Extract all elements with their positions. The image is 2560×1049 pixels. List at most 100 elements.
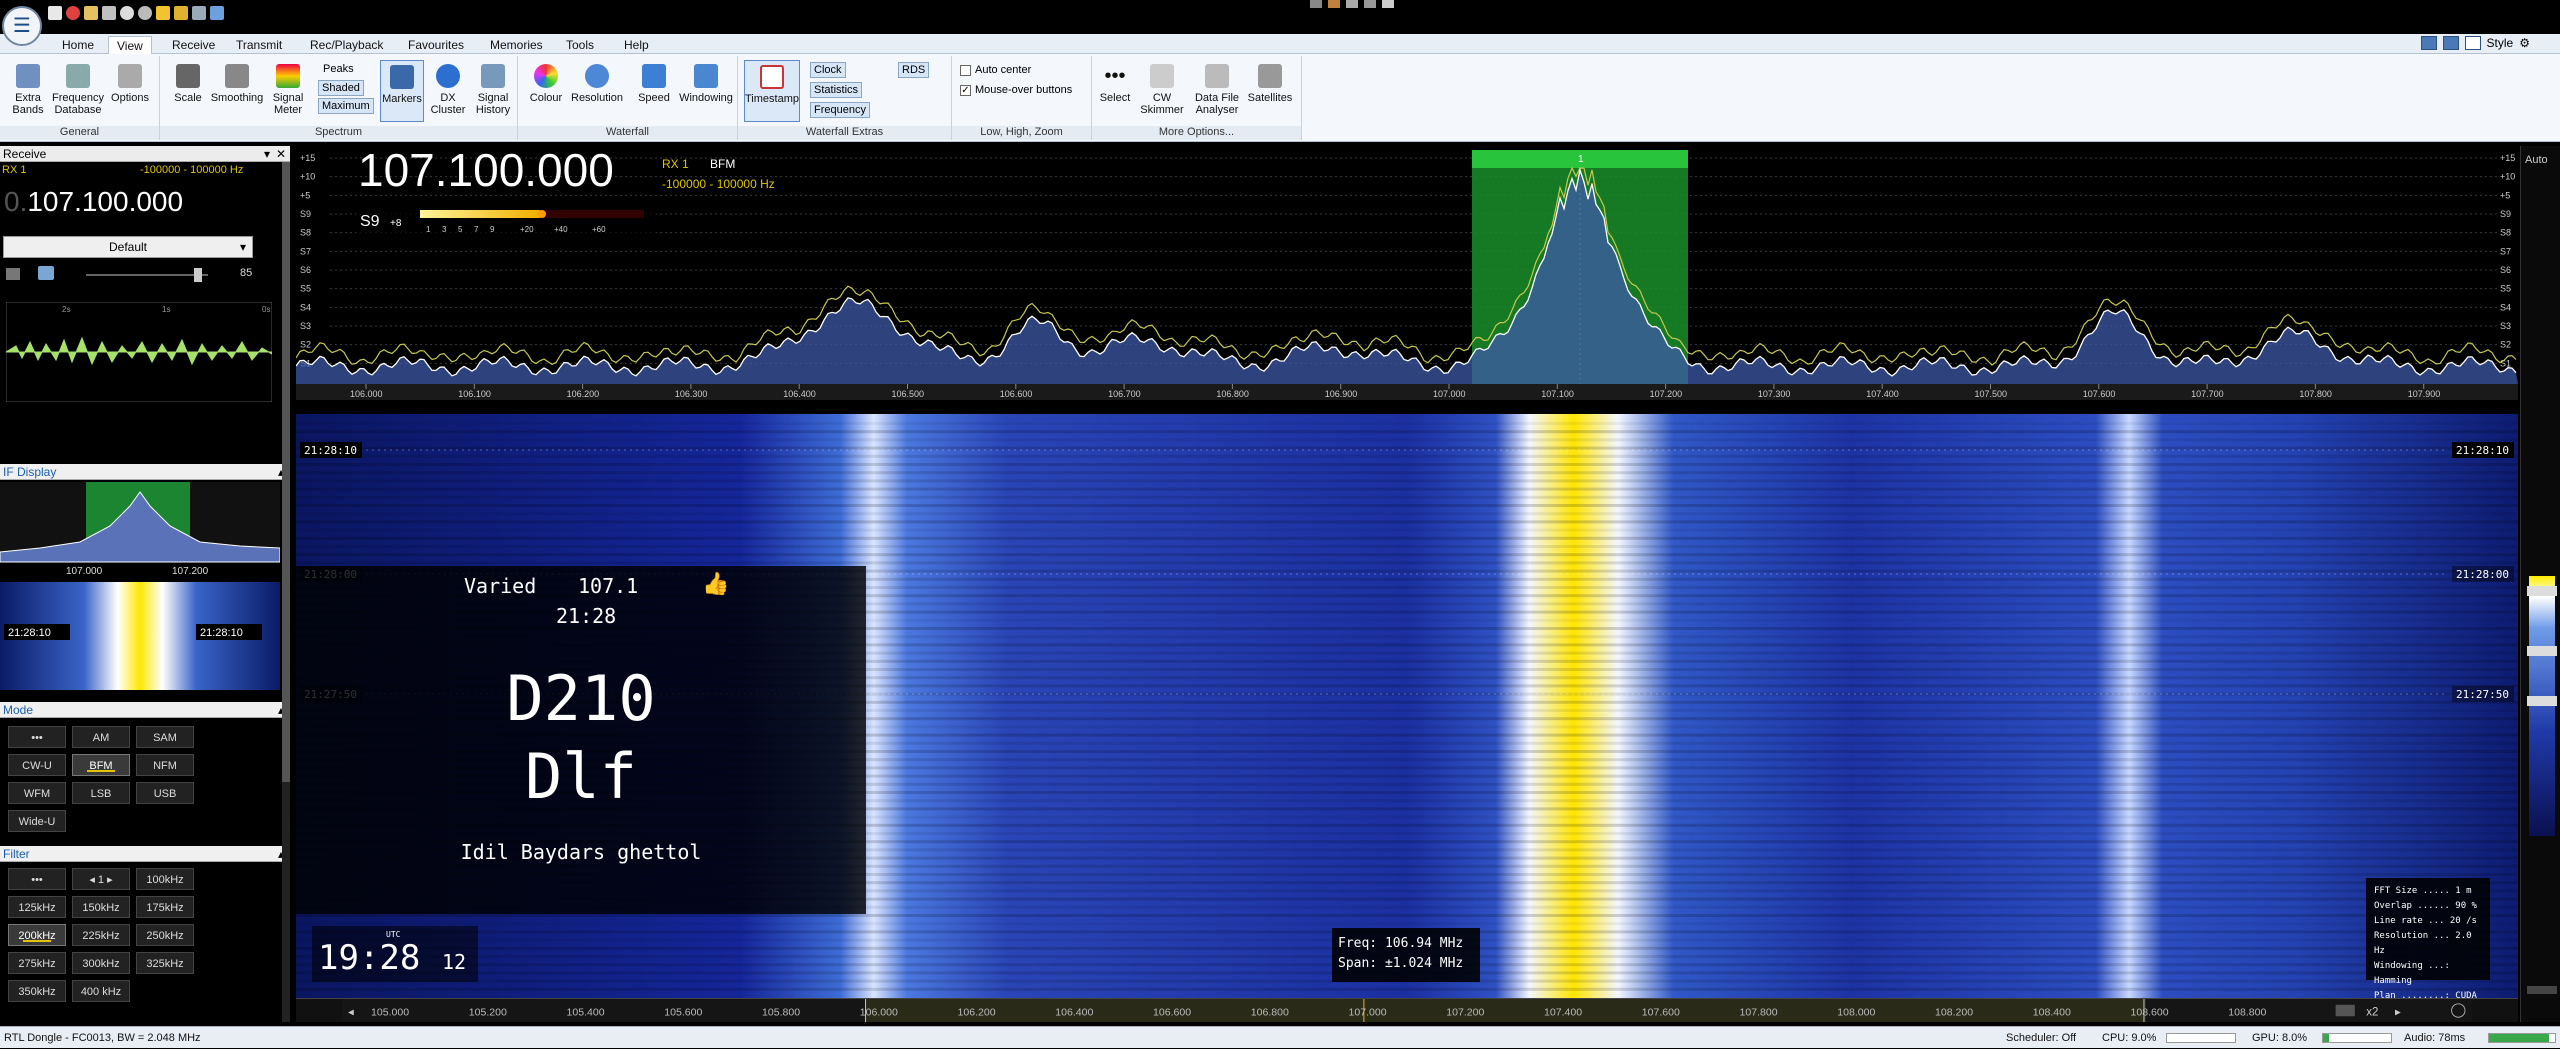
- filter-225k-button[interactable]: 225kHz: [72, 924, 130, 946]
- colour-range-slider[interactable]: [2529, 576, 2555, 836]
- tab-receive[interactable]: Receive: [164, 36, 223, 54]
- tab-transmit[interactable]: Transmit: [228, 36, 290, 54]
- close-icon[interactable]: ✕: [276, 146, 286, 162]
- filter-125k-button[interactable]: 125kHz: [8, 896, 66, 918]
- timestamp-button[interactable]: Timestamp: [744, 60, 800, 122]
- toolbar-icon[interactable]: [1310, 0, 1322, 8]
- statistics-button[interactable]: Statistics: [810, 82, 863, 98]
- range-handle-top[interactable]: [2527, 586, 2557, 596]
- signal-meter-button[interactable]: Signal Meter: [264, 64, 312, 116]
- filter-200k-button[interactable]: 200kHz: [8, 924, 66, 946]
- scheduler-status[interactable]: Scheduler: Off: [2006, 1027, 2076, 1049]
- scale-button[interactable]: Scale: [164, 64, 212, 104]
- stop-icon[interactable]: [120, 6, 134, 20]
- contrast-slider[interactable]: [2527, 986, 2557, 994]
- range-handle-mid[interactable]: [2527, 646, 2557, 656]
- mode-wideu-button[interactable]: Wide-U: [8, 810, 66, 832]
- mode-wfm-button[interactable]: WFM: [8, 782, 66, 804]
- star-icon[interactable]: [156, 6, 170, 20]
- save-icon[interactable]: [192, 6, 206, 20]
- frequency-database-button[interactable]: Frequency Database: [52, 64, 104, 116]
- volume-thumb[interactable]: [194, 268, 202, 282]
- tab-tools[interactable]: Tools: [558, 36, 602, 54]
- lock-icon[interactable]: [174, 6, 188, 20]
- speed-button[interactable]: Speed: [630, 64, 678, 104]
- filter-175k-button[interactable]: 175kHz: [136, 896, 194, 918]
- volume-slider[interactable]: [86, 268, 208, 282]
- tab-view[interactable]: View: [108, 36, 152, 54]
- bars-icon[interactable]: [6, 268, 20, 280]
- undo-icon[interactable]: [210, 6, 224, 20]
- auto-button[interactable]: Auto: [2525, 154, 2548, 166]
- mouse-over-checkbox[interactable]: ✓ Mouse-over buttons: [960, 84, 1072, 96]
- range-handle-bottom[interactable]: [2527, 696, 2557, 706]
- tab-memories[interactable]: Memories: [482, 36, 551, 54]
- mode-usb-button[interactable]: USB: [136, 782, 194, 804]
- app-menu-button[interactable]: ☰: [2, 6, 42, 46]
- waterfall-frequency-bar[interactable]: ◂ 105.000 105.200 105.400 105.600 105.800 106…: [296, 998, 2518, 1022]
- mode-bfm-button[interactable]: BFM: [72, 754, 130, 776]
- filter-100k-button[interactable]: 100kHz: [136, 868, 194, 890]
- shaded-button[interactable]: Shaded: [318, 80, 364, 96]
- filter-275k-button[interactable]: 275kHz: [8, 952, 66, 974]
- peaks-button[interactable]: Peaks: [320, 62, 357, 76]
- windowing-button[interactable]: Windowing: [676, 64, 736, 104]
- filter-more-button[interactable]: •••: [8, 868, 66, 890]
- record-icon[interactable]: [66, 6, 80, 20]
- mode-sam-button[interactable]: SAM: [136, 726, 194, 748]
- profile-dropdown[interactable]: Default ▾: [3, 236, 253, 258]
- filter-350k-button[interactable]: 350kHz: [8, 980, 66, 1002]
- filter-400k-button[interactable]: 400 kHz: [72, 980, 130, 1002]
- tab-rec-playback[interactable]: Rec/Playback: [302, 36, 391, 54]
- filter-300k-button[interactable]: 300kHz: [72, 952, 130, 974]
- clock-button[interactable]: Clock: [810, 62, 846, 78]
- smoothing-button[interactable]: Smoothing: [210, 64, 264, 104]
- rds-button[interactable]: RDS: [898, 62, 930, 78]
- signal-history-button[interactable]: Signal History: [470, 64, 516, 116]
- toolbar-icon[interactable]: [1382, 0, 1394, 8]
- layout-icon[interactable]: [2464, 36, 2481, 50]
- auto-center-checkbox[interactable]: Auto center: [960, 64, 1031, 76]
- folder-icon[interactable]: [84, 6, 98, 20]
- pin-icon[interactable]: ▾: [264, 146, 270, 162]
- filter-150k-button[interactable]: 150kHz: [72, 896, 130, 918]
- options-button[interactable]: Options: [106, 64, 154, 104]
- speaker-icon[interactable]: [38, 266, 54, 280]
- toolbar-icon[interactable]: [1346, 0, 1358, 8]
- frequency-button[interactable]: Frequency: [810, 102, 870, 118]
- tab-favourites[interactable]: Favourites: [400, 36, 472, 54]
- home-icon[interactable]: [48, 6, 62, 20]
- satellites-button[interactable]: Satellites: [1244, 64, 1296, 104]
- select-button[interactable]: ••• Select: [1096, 64, 1134, 104]
- resolution-button[interactable]: Resolution: [566, 64, 628, 104]
- mode-more-button[interactable]: •••: [8, 726, 66, 748]
- toolbar-icon[interactable]: [1364, 0, 1376, 8]
- cw-skimmer-button[interactable]: CW Skimmer: [1138, 64, 1186, 116]
- layout-icon[interactable]: [2442, 36, 2459, 50]
- filter-step-button[interactable]: ◂ 1 ▸: [72, 868, 130, 890]
- scrollbar-thumb[interactable]: [282, 162, 290, 782]
- mode-am-button[interactable]: AM: [72, 726, 130, 748]
- layout-icon[interactable]: [2420, 36, 2437, 50]
- mode-nfm-button[interactable]: NFM: [136, 754, 194, 776]
- tab-help[interactable]: Help: [616, 36, 657, 54]
- extra-bands-button[interactable]: Extra Bands: [4, 64, 52, 116]
- help-icon[interactable]: ⚙: [2519, 36, 2530, 50]
- frequency-display[interactable]: 0.107.100.000: [4, 186, 183, 218]
- filter-250k-button[interactable]: 250kHz: [136, 924, 194, 946]
- data-file-analyser-button[interactable]: Data File Analyser: [1190, 64, 1244, 116]
- dx-cluster-button[interactable]: DX Cluster: [426, 64, 470, 116]
- open-icon[interactable]: [102, 6, 116, 20]
- spectrum-display[interactable]: +15 +15 +10 +10 +5 +5 S9 S9 S8 S8 S7 S7 S6 S6 S5 S5 S4 S4…: [296, 146, 2518, 400]
- settings-icon[interactable]: [138, 6, 152, 20]
- toolbar-icon[interactable]: [1328, 0, 1340, 8]
- colour-button[interactable]: Colour: [522, 64, 570, 104]
- style-menu[interactable]: Style: [2487, 36, 2514, 50]
- mode-lsb-button[interactable]: LSB: [72, 782, 130, 804]
- maximum-button[interactable]: Maximum: [318, 98, 374, 114]
- left-panel-scrollbar[interactable]: [282, 162, 290, 1022]
- mode-cwu-button[interactable]: CW-U: [8, 754, 66, 776]
- tab-home[interactable]: Home: [54, 36, 102, 54]
- markers-button[interactable]: Markers: [380, 60, 424, 122]
- thumbs-up-icon[interactable]: 👍: [702, 572, 729, 597]
